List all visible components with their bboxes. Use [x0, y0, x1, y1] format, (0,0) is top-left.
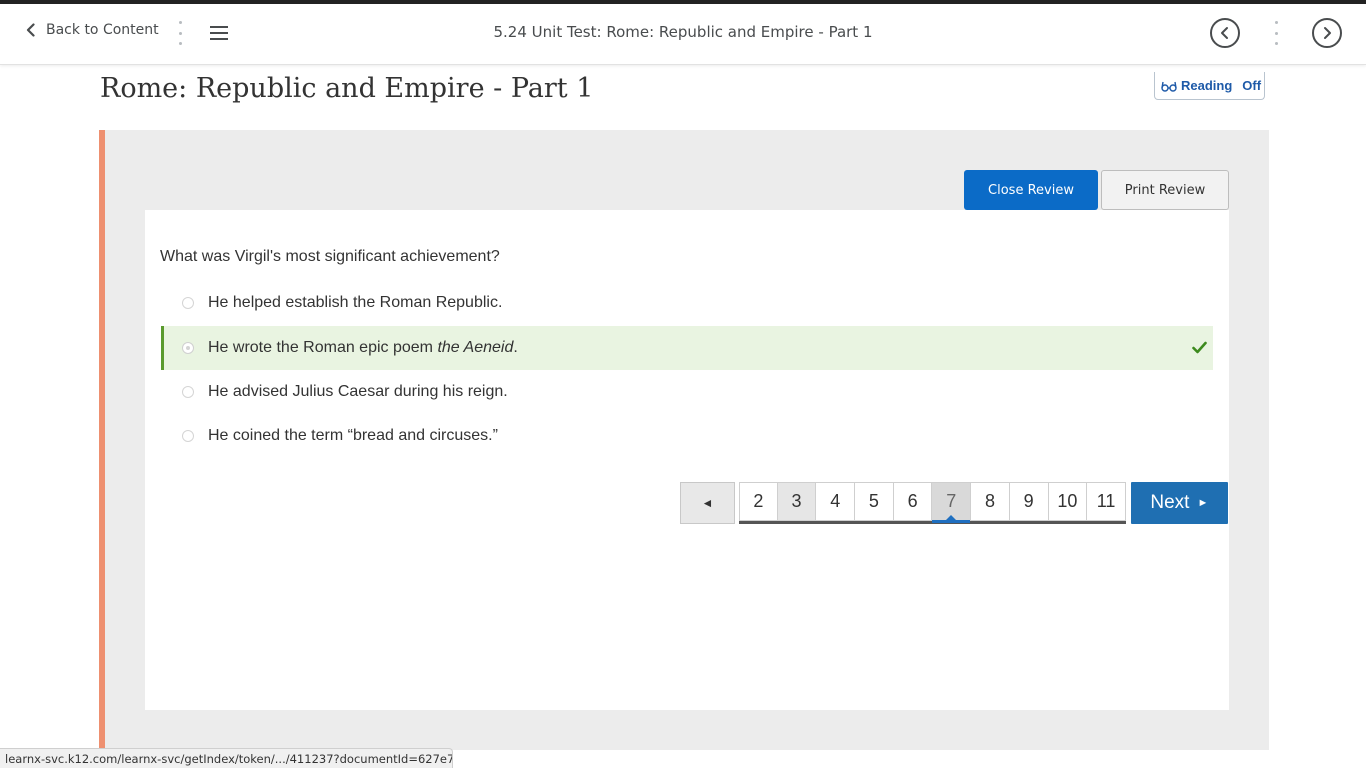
top-navigation-bar: Back to Content 5.24 Unit Test: Rome: Re… [0, 0, 1366, 65]
hamburger-menu-button[interactable] [208, 23, 230, 43]
print-review-button[interactable]: Print Review [1101, 170, 1229, 210]
page-number-button[interactable]: 2 [739, 482, 778, 521]
answer-option[interactable]: He coined the term “bread and circuses.” [161, 414, 1213, 458]
back-to-content-link[interactable]: Back to Content [24, 22, 159, 38]
answer-text: He coined the term “bread and circuses.” [208, 427, 498, 444]
page-heading: Rome: Republic and Empire - Part 1 [100, 73, 594, 104]
answer-text: He advised Julius Caesar during his reig… [208, 383, 508, 400]
reading-mode-label: Reading [1181, 78, 1233, 93]
close-review-button[interactable]: Close Review [964, 170, 1098, 210]
page-number-button[interactable]: 3 [777, 482, 817, 521]
answer-radio[interactable] [182, 430, 194, 442]
circle-chevron-left-icon [1221, 27, 1228, 39]
page-number-button[interactable]: 9 [1009, 482, 1049, 521]
answer-radio[interactable] [182, 297, 194, 309]
answer-option-correct[interactable]: He wrote the Roman epic poem the Aeneid. [161, 326, 1213, 370]
divider-dots [178, 21, 182, 45]
browser-status-bar: learnx-svc.k12.com/learnx-svc/getIndex/t… [0, 748, 453, 768]
answer-radio[interactable] [182, 386, 194, 398]
next-activity-button[interactable] [1312, 18, 1342, 48]
divider-dots [1274, 21, 1278, 45]
previous-question-button[interactable]: ◄ [680, 482, 735, 524]
previous-activity-button[interactable] [1210, 18, 1240, 48]
answer-text: He helped establish the Roman Republic. [208, 294, 503, 311]
next-question-label: Next [1150, 492, 1190, 513]
answer-text: He wrote the Roman epic poem the Aeneid. [208, 339, 518, 356]
back-to-content-label: Back to Content [46, 22, 159, 38]
review-panel: Close Review Print Review What was Virgi… [99, 130, 1269, 750]
checkmark-icon [1192, 341, 1207, 354]
page-number-list: 2 3 4 5 6 7 8 9 10 11 [739, 482, 1126, 524]
activity-title: 5.24 Unit Test: Rome: Republic and Empir… [493, 23, 873, 41]
reading-glasses-icon [1161, 81, 1177, 92]
page-number-button[interactable]: 6 [893, 482, 933, 521]
question-text: What was Virgil's most significant achie… [160, 248, 500, 265]
page-number-button[interactable]: 11 [1087, 482, 1126, 521]
question-pager: ◄ 2 3 4 5 6 7 8 9 10 11 Next ► [680, 482, 1228, 524]
chevron-left-icon [26, 23, 35, 37]
page-number-button[interactable]: 10 [1048, 482, 1088, 521]
reading-mode-toggle[interactable]: Reading Off [1154, 72, 1265, 100]
page-number-current[interactable]: 7 [932, 482, 972, 523]
answer-option[interactable]: He advised Julius Caesar during his reig… [161, 370, 1213, 414]
page-number-button[interactable]: 8 [971, 482, 1010, 521]
next-arrow-icon: ► [1197, 497, 1209, 509]
reading-mode-state: Off [1242, 78, 1262, 93]
page-number-button[interactable]: 5 [855, 482, 894, 521]
question-card: What was Virgil's most significant achie… [145, 210, 1229, 710]
page-number-button[interactable]: 4 [816, 482, 856, 521]
hamburger-menu-icon [210, 26, 228, 40]
circle-chevron-right-icon [1324, 27, 1331, 39]
next-question-button[interactable]: Next ► [1130, 482, 1228, 524]
answer-option[interactable]: He helped establish the Roman Republic. [161, 281, 1213, 325]
answer-radio-selected[interactable] [182, 342, 194, 354]
